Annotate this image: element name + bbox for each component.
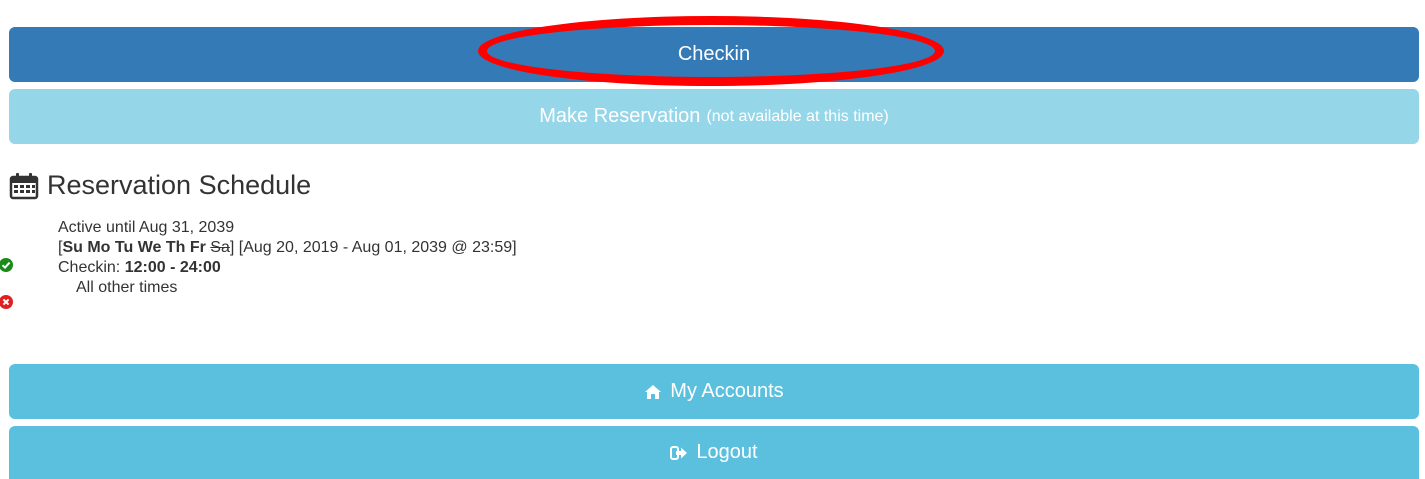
- make-reservation-note: (not available at this time): [706, 107, 889, 125]
- times-circle-icon: [0, 295, 13, 309]
- active-until-text: Active until Aug 31, 2039: [58, 219, 235, 236]
- other-times-row: All other times: [76, 278, 517, 298]
- checkin-hours-value: 12:00 - 24:00: [124, 259, 221, 276]
- checkin-hours-row: Checkin: 12:00 - 24:00: [58, 258, 517, 278]
- logout-label: Logout: [696, 441, 758, 463]
- reservation-schedule-heading: Reservation Schedule: [9, 170, 311, 201]
- schedule-rule: [Su Mo Tu We Th Fr Sa] [Aug 20, 2019 - A…: [58, 238, 517, 258]
- enabled-days: Su Mo Tu We Th Fr: [62, 239, 206, 256]
- other-times-text: All other times: [76, 279, 178, 296]
- checkin-button-label: Checkin: [677, 43, 751, 65]
- checkin-button[interactable]: Checkin: [9, 27, 1419, 82]
- calendar-icon: [9, 172, 39, 200]
- schedule-title: Reservation Schedule: [47, 170, 312, 200]
- schedule-details: Active until Aug 31, 2039 [Su Mo Tu We T…: [58, 218, 517, 298]
- make-reservation-label: Make Reservation: [539, 105, 701, 127]
- bracket-close: ]: [229, 239, 235, 256]
- rule-date-range: [Aug 20, 2019 - Aug 01, 2039 @ 23:59]: [238, 239, 517, 256]
- checkin-hours-label: Checkin:: [58, 259, 121, 276]
- my-accounts-button[interactable]: My Accounts: [9, 364, 1419, 419]
- home-icon: [644, 384, 662, 400]
- page: Checkin Make Reservation (not available …: [0, 0, 1425, 479]
- make-reservation-button[interactable]: Make Reservation (not available at this …: [9, 89, 1419, 144]
- disabled-day: Sa: [210, 239, 230, 256]
- check-circle-icon: [0, 258, 13, 272]
- my-accounts-label: My Accounts: [670, 380, 784, 402]
- logout-icon: [670, 445, 688, 461]
- logout-button[interactable]: Logout: [9, 426, 1419, 479]
